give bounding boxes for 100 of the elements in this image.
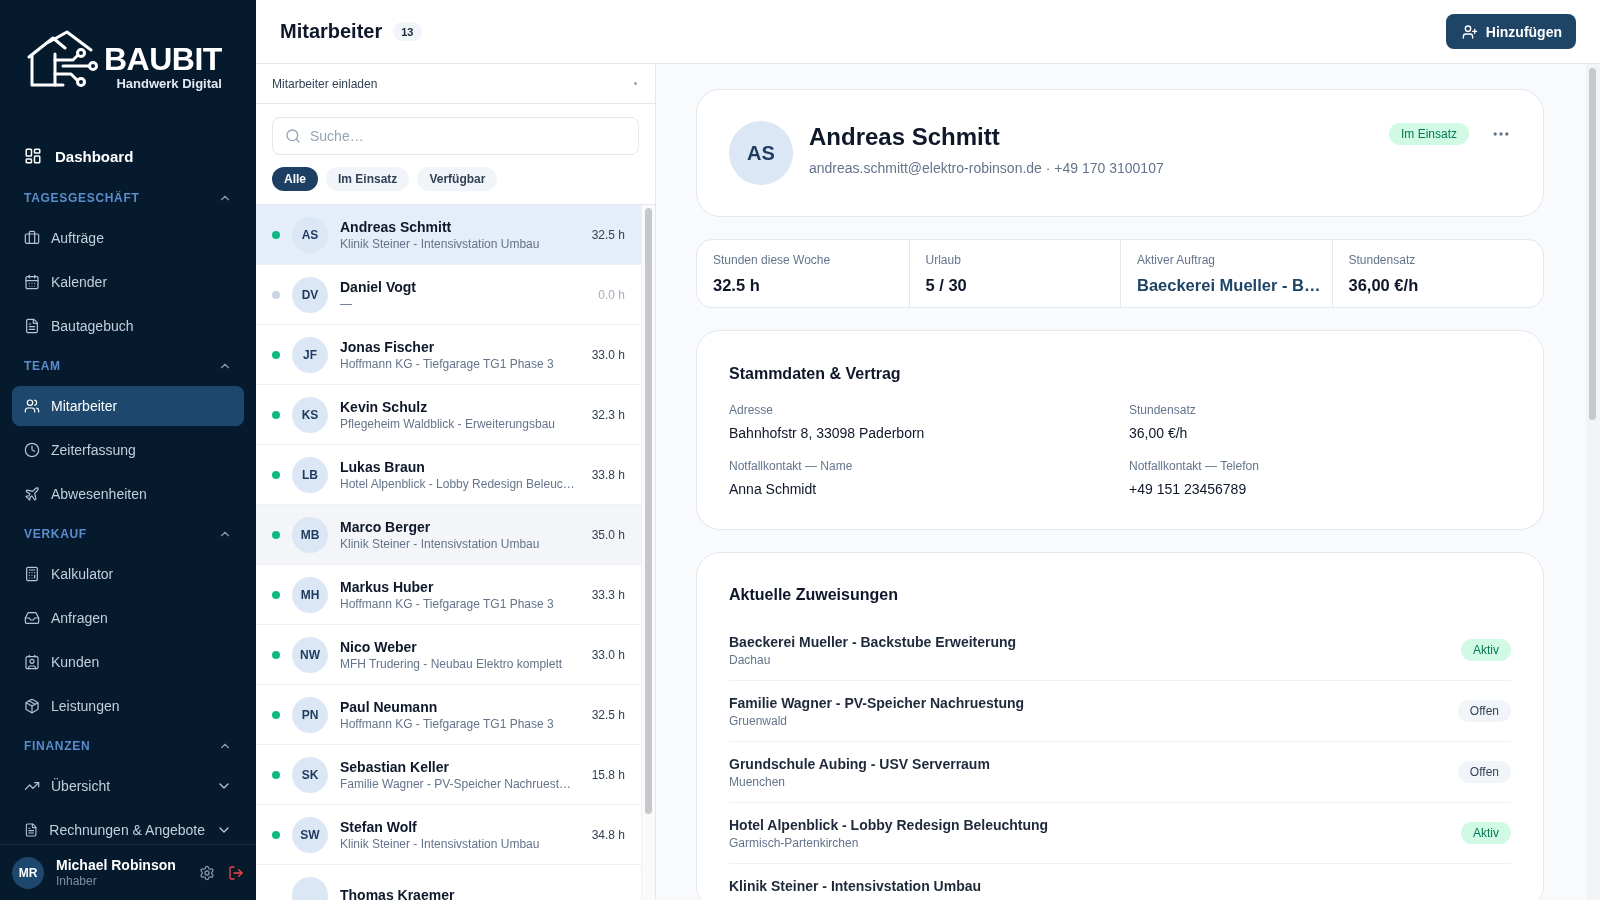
layout-grid-icon — [24, 147, 42, 165]
sidebar-item[interactable]: Aufträge — [12, 218, 244, 258]
employee-name: Jonas Fischer — [340, 337, 436, 356]
dot-icon — [634, 82, 637, 85]
calculator-icon — [24, 566, 40, 582]
sidebar-item[interactable]: Bautagebuch — [12, 306, 244, 346]
sidebar-item[interactable]: Mitarbeiter — [12, 386, 244, 426]
sidebar-item[interactable]: Kunden — [12, 642, 244, 682]
assignment-title: Baeckerei Mueller - Backstube Erweiterung — [729, 633, 1017, 652]
section-header[interactable]: FINANZEN — [12, 730, 244, 762]
card-title: Aktuelle Zuweisungen — [729, 585, 899, 605]
filter-chip[interactable]: Im Einsatz — [326, 167, 410, 191]
add-button[interactable]: Hinzufügen — [1445, 14, 1576, 49]
employee-row[interactable]: AS Andreas Schmitt Klinik Steiner - Intensivstation Umbau 32.5 h — [256, 205, 641, 265]
assignment-status-badge: Offen — [1457, 700, 1511, 722]
profile-avatar: AS — [729, 121, 793, 185]
section-header[interactable]: VERKAUF — [12, 518, 244, 550]
field-label: Notfallkontakt — Telefon — [1129, 458, 1260, 474]
section-header[interactable]: TAGESGESCHÄFT — [12, 182, 244, 214]
employee-avatar: SW — [292, 816, 328, 853]
employee-avatar: JF — [292, 336, 328, 373]
field-value: 36,00 €/h — [1129, 424, 1189, 443]
status-badge: Im Einsatz — [1389, 123, 1469, 145]
sidebar-item[interactable]: Leistungen — [12, 686, 244, 726]
settings-icon[interactable] — [199, 864, 215, 881]
employee-name: Markus Huber — [340, 577, 435, 596]
employee-name: Thomas Kraemer — [340, 885, 456, 900]
document-icon — [24, 822, 39, 838]
employee-hours: 15.8 h — [591, 767, 625, 782]
employee-hours: 0.0 h — [598, 287, 625, 302]
search-field[interactable]: Suche… — [272, 117, 639, 155]
contact-card-icon — [24, 654, 40, 670]
employee-name: Kevin Schulz — [340, 397, 429, 416]
profile-name: Andreas Schmitt — [809, 122, 1001, 152]
assignment-title: Familie Wagner - PV-Speicher Nachruestung — [729, 694, 1025, 713]
field-value: Bahnhofstr 8, 33098 Paderborn — [729, 424, 926, 443]
field-label: Stundensatz — [1129, 402, 1197, 418]
employee-assignment: — — [340, 295, 353, 312]
briefcase-icon — [24, 230, 40, 246]
sidebar-item[interactable]: Übersicht — [12, 766, 244, 806]
dashboard-link[interactable]: Dashboard — [12, 134, 244, 178]
employee-assignment: Hoffmann KG - Tiefgarage TG1 Phase 3 — [340, 595, 555, 612]
user-name: Michael Robinson — [56, 856, 177, 874]
count-badge: 13 — [393, 22, 422, 41]
employee-hours: 32.5 h — [591, 227, 625, 242]
package-icon — [24, 698, 40, 714]
scrollbar-thumb[interactable] — [1589, 68, 1596, 420]
sidebar-item[interactable]: Kalender — [12, 262, 244, 302]
stat-label: Stunden diese Woche — [713, 252, 832, 268]
employee-hours: 33.3 h — [591, 587, 625, 602]
employee-row[interactable]: MB Marco Berger Klinik Steiner - Intensivstation Umbau 35.0 h — [256, 505, 641, 565]
employee-name: Stefan Wolf — [340, 817, 418, 836]
employee-avatar: SK — [292, 756, 328, 793]
employee-assignment: Hotel Alpenblick - Lobby Redesign Beleuc… — [340, 475, 576, 492]
stat-link[interactable]: Baeckerei Mueller - B… — [1137, 274, 1324, 296]
employee-avatar: KS — [292, 396, 328, 433]
assignment-title: Hotel Alpenblick - Lobby Redesign Beleuchtung — [729, 816, 1049, 835]
search-icon — [285, 128, 301, 144]
sidebar-item[interactable]: Kalkulator — [12, 554, 244, 594]
field-label: Adresse — [729, 402, 775, 418]
assignment-status-badge: Aktiv — [1461, 822, 1511, 844]
employee-hours: 34.8 h — [591, 827, 625, 842]
employee-assignment: Klinik Steiner - Intensivstation Umbau — [340, 235, 541, 252]
sidebar-item[interactable]: Zeiterfassung — [12, 430, 244, 470]
scrollbar-thumb[interactable] — [645, 208, 652, 814]
filter-chip[interactable]: Alle — [272, 167, 318, 191]
employee-assignment: Klinik Steiner - Intensivstation Umbau — [340, 535, 541, 552]
employee-hours: 33.0 h — [591, 647, 625, 662]
page-title: Mitarbeiter — [280, 20, 383, 43]
employee-hours: 32.3 h — [591, 407, 625, 422]
card-title: Stammdaten & Vertrag — [729, 364, 902, 384]
sidebar-item[interactable]: Anfragen — [12, 598, 244, 638]
section-header[interactable]: TEAM — [12, 350, 244, 382]
employee-avatar: MB — [292, 516, 328, 553]
employee-avatar: NW — [292, 636, 328, 673]
users-icon — [24, 398, 40, 414]
user-role: Inhaber — [56, 874, 98, 889]
sidebar-item[interactable]: Abwesenheiten — [12, 474, 244, 514]
employee-hours: 32.5 h — [591, 707, 625, 722]
inbox-icon — [24, 610, 40, 626]
employee-avatar: PN — [292, 696, 328, 733]
employee-assignment: Hoffmann KG - Tiefgarage TG1 Phase 3 — [340, 355, 555, 372]
filter-chip[interactable]: Verfügbar — [417, 167, 498, 191]
assignment-status-badge: Aktiv — [1461, 639, 1511, 661]
field-value: Anna Schmidt — [729, 480, 818, 499]
user-plus-icon — [1461, 23, 1478, 40]
calendar-icon — [24, 274, 40, 290]
brand-tagline: Handwerk Digital — [116, 76, 222, 92]
logout-icon[interactable] — [228, 864, 244, 881]
employee-avatar: AS — [292, 216, 328, 253]
assignment-title: Klinik Steiner - Intensivstation Umbau — [729, 877, 982, 896]
assignment-location: Dachau — [729, 652, 772, 668]
employee-name: Marco Berger — [340, 517, 432, 536]
stat-value: 36,00 €/h — [1348, 275, 1420, 296]
sidebar-item[interactable]: Rechnungen & Angebote — [12, 810, 244, 844]
employee-avatar: DV — [292, 276, 328, 313]
assignment-location: Gruenwald — [729, 713, 789, 729]
clock-icon — [24, 442, 40, 458]
employee-assignment: Familie Wagner - PV-Speicher Nachruest… — [340, 775, 572, 792]
stat-value: 5 / 30 — [925, 275, 968, 296]
